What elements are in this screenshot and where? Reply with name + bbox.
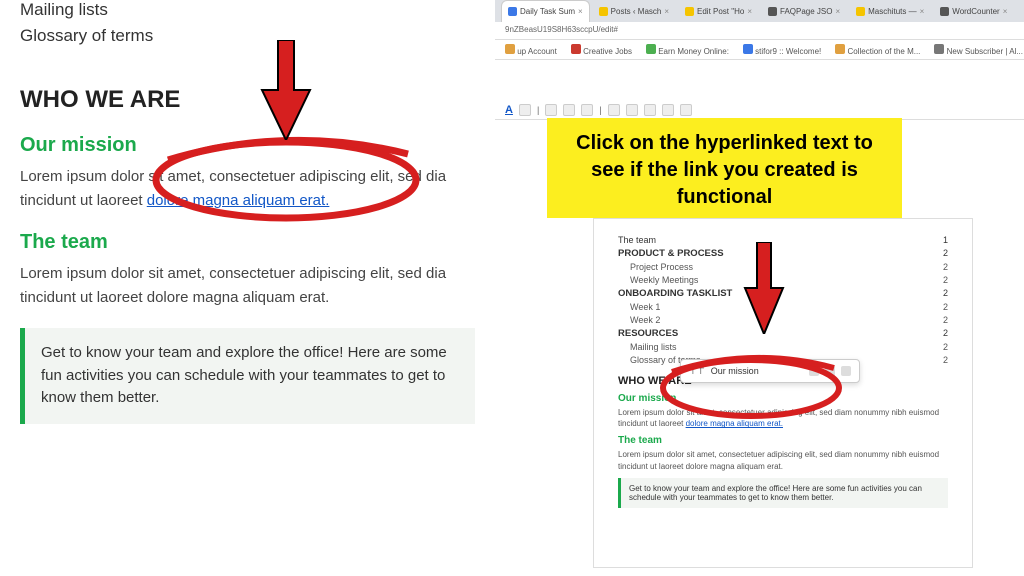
highlight-icon[interactable] [519, 104, 531, 116]
bookmark-item[interactable]: up Account [505, 44, 557, 56]
browser-tabstrip: Daily Task Sum× Posts ‹ Masch× Edit Post… [495, 0, 1024, 22]
toc-label: Project Process [630, 262, 693, 272]
bookmark-icon [835, 44, 845, 54]
toc-label: RESOURCES [618, 328, 678, 339]
gdocs-toolbar: A | | [495, 100, 1024, 120]
doc-heading-team: The team [618, 435, 948, 446]
toc-page-number: 2 [943, 328, 948, 339]
site-icon [599, 7, 608, 16]
red-arrow-annotation [742, 242, 786, 334]
heading-who-we-are: WHO WE ARE [20, 86, 475, 114]
bookmarks-bar: up Account Creative Jobs Earn Money Onli… [495, 40, 1024, 60]
instruction-callout: Click on the hyperlinked text to see if … [547, 118, 902, 218]
red-circle-annotation [138, 130, 433, 226]
list-icon[interactable] [644, 104, 656, 116]
numbered-list-icon[interactable] [662, 104, 674, 116]
close-icon[interactable]: × [835, 7, 840, 16]
close-icon[interactable]: × [664, 7, 669, 16]
tab-faqpage[interactable]: FAQPage JSO× [761, 0, 847, 22]
bookmark-icon [505, 44, 515, 54]
divider: | [599, 105, 601, 115]
indent-icon[interactable] [680, 104, 692, 116]
gdocs-icon [508, 7, 517, 16]
toc-page-number: 2 [943, 275, 948, 285]
bookmark-item[interactable]: stifor9 :: Welcome! [743, 44, 821, 56]
doc-callout: Get to know your team and explore the of… [618, 478, 948, 508]
code-icon [768, 7, 777, 16]
nav-mailing-lists[interactable]: Mailing lists [20, 0, 475, 20]
comment-icon[interactable] [563, 104, 575, 116]
toc-label: ONBOARDING TASKLIST [618, 288, 732, 299]
toc-label: The team [618, 235, 656, 245]
toc-page-number: 2 [943, 355, 948, 365]
red-arrow-annotation [258, 40, 314, 140]
bookmark-item[interactable]: Earn Money Online: [646, 44, 729, 56]
toc-label: Week 2 [630, 315, 660, 325]
bookmark-icon [646, 44, 656, 54]
bookmark-item[interactable]: Creative Jobs [571, 44, 632, 56]
bookmark-icon [743, 44, 753, 54]
address-bar[interactable]: 9nZBeasU19S8H63sccpU/edit# [495, 22, 1024, 40]
mission-text-b: tincidunt ut laoreet [20, 192, 143, 209]
tab-posts[interactable]: Posts ‹ Masch× [592, 0, 676, 22]
close-icon[interactable]: × [578, 7, 583, 16]
doc-team-text: Lorem ipsum dolor sit amet, consectetuer… [618, 449, 948, 471]
left-document-zoom: Mailing lists Glossary of terms WHO WE A… [0, 0, 495, 576]
toc-page-number: 1 [943, 235, 948, 245]
tab-wordcounter[interactable]: WordCounter× [933, 0, 1014, 22]
tab-edit-post[interactable]: Edit Post "Ho× [678, 0, 759, 22]
bookmark-item[interactable]: Collection of the M... [835, 44, 920, 56]
red-circle-annotation [652, 350, 850, 424]
bookmark-icon [934, 44, 944, 54]
callout-box: Get to know your team and explore the of… [20, 328, 475, 424]
close-icon[interactable]: × [920, 7, 925, 16]
toc-page-number: 2 [943, 315, 948, 325]
toc-label: Weekly Meetings [630, 275, 698, 285]
site-icon [685, 7, 694, 16]
insert-link-icon[interactable] [545, 104, 557, 116]
tab-maschituts[interactable]: Maschituts —× [849, 0, 931, 22]
w-icon [940, 7, 949, 16]
close-icon[interactable]: × [1003, 7, 1008, 16]
text-color-button[interactable]: A [505, 104, 513, 116]
toc-page-number: 2 [943, 342, 948, 352]
nav-glossary[interactable]: Glossary of terms [20, 26, 475, 46]
team-paragraph: Lorem ipsum dolor sit amet, consectetuer… [20, 262, 475, 310]
toc-page-number: 2 [943, 262, 948, 272]
toc-label: PRODUCT & PROCESS [618, 248, 724, 259]
toc-page-number: 2 [943, 302, 948, 312]
insert-image-icon[interactable] [581, 104, 593, 116]
heading-the-team: The team [20, 231, 475, 254]
toc-page-number: 2 [943, 288, 948, 299]
site-icon [856, 7, 865, 16]
close-icon[interactable]: × [747, 7, 752, 16]
tab-daily-task[interactable]: Daily Task Sum× [501, 0, 590, 22]
toc-page-number: 2 [943, 248, 948, 259]
toc-label: Week 1 [630, 302, 660, 312]
bookmark-item[interactable]: New Subscriber | Al... [934, 44, 1023, 56]
align-icon[interactable] [608, 104, 620, 116]
bookmark-icon [571, 44, 581, 54]
divider: | [537, 105, 539, 115]
line-spacing-icon[interactable] [626, 104, 638, 116]
